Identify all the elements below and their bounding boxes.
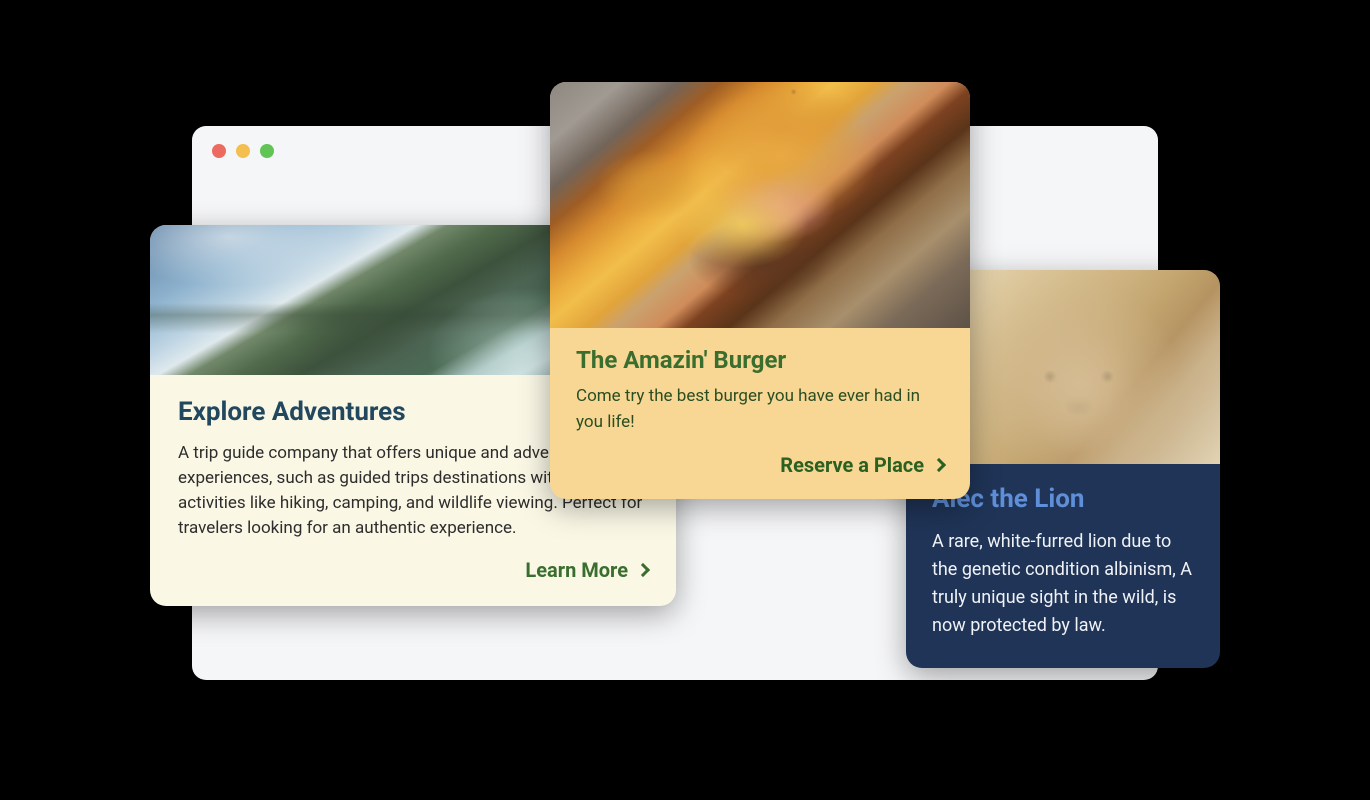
window-close-icon[interactable] — [212, 144, 226, 158]
chevron-right-icon — [636, 563, 650, 577]
learn-more-button[interactable]: Learn More — [178, 558, 648, 582]
reserve-place-label: Reserve a Place — [780, 453, 924, 477]
learn-more-label: Learn More — [525, 558, 628, 582]
window-minimize-icon[interactable] — [236, 144, 250, 158]
card-lion-title: Alec the Lion — [932, 484, 1194, 514]
card-lion-description: A rare, white-furred lion due to the gen… — [932, 528, 1194, 640]
card-burger-body: The Amazin' Burger Come try the best bur… — [550, 328, 970, 499]
card-burger-image — [550, 82, 970, 328]
window-maximize-icon[interactable] — [260, 144, 274, 158]
reserve-place-button[interactable]: Reserve a Place — [576, 453, 944, 477]
card-burger-title: The Amazin' Burger — [576, 346, 944, 374]
chevron-right-icon — [932, 458, 946, 472]
card-burger-description: Come try the best burger you have ever h… — [576, 384, 944, 435]
card-burger: The Amazin' Burger Come try the best bur… — [550, 82, 970, 499]
